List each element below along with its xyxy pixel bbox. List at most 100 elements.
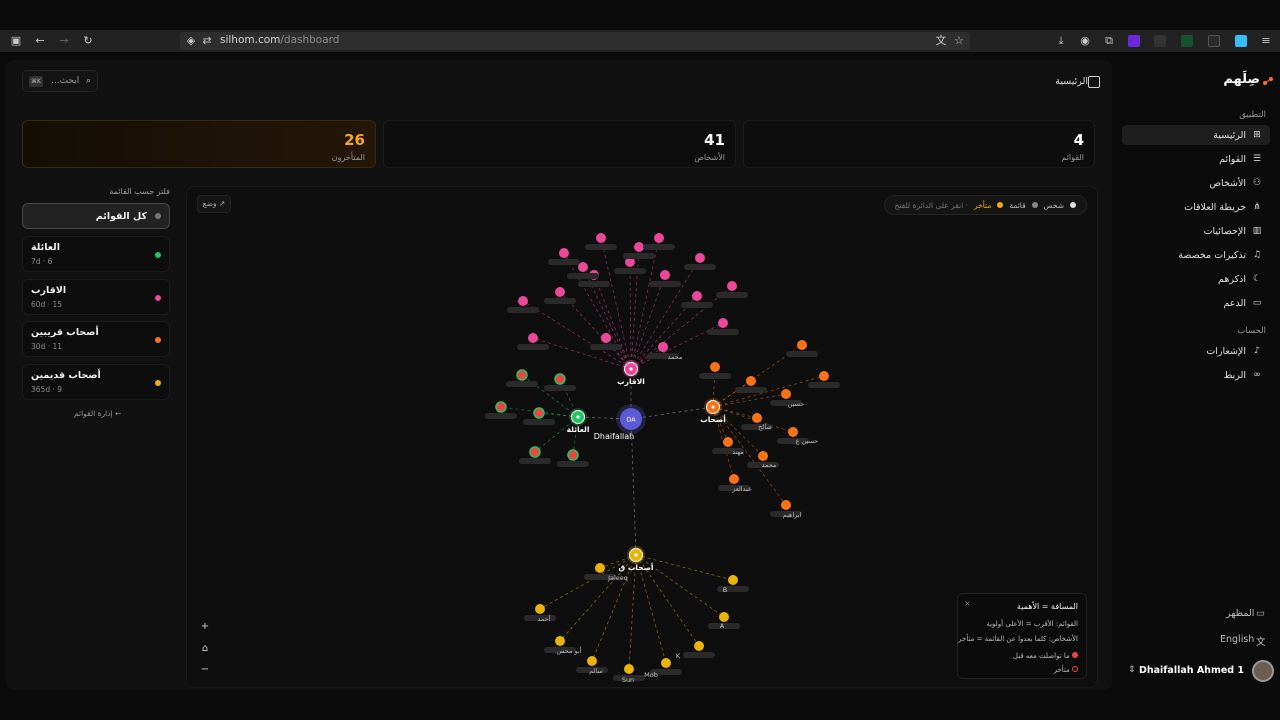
- extensions-icon[interactable]: ⧉: [1102, 34, 1116, 48]
- person-node[interactable]: [554, 373, 566, 385]
- person-node[interactable]: [595, 563, 605, 573]
- address-bar[interactable]: ◈ ⇄ silhom.com/dashboard 文 ☆: [180, 32, 970, 50]
- person-node[interactable]: [660, 270, 670, 280]
- person-node[interactable]: [729, 474, 739, 484]
- extension-edit-icon[interactable]: [1208, 35, 1220, 47]
- zoom-in-button[interactable]: +: [197, 619, 213, 635]
- person-node[interactable]: [694, 641, 704, 651]
- person-node[interactable]: [529, 446, 541, 458]
- person-node[interactable]: [559, 248, 569, 258]
- person-node[interactable]: [788, 427, 798, 437]
- person-node[interactable]: [495, 401, 507, 413]
- list-name: أصحاب قريبين: [31, 327, 99, 338]
- extension-purple-icon[interactable]: [1128, 35, 1140, 47]
- person-node[interactable]: [695, 253, 705, 263]
- account-icon[interactable]: ◉: [1078, 34, 1092, 48]
- person-node[interactable]: [654, 233, 664, 243]
- list-color-dot: [155, 252, 161, 258]
- person-node[interactable]: [781, 389, 791, 399]
- person-node[interactable]: [658, 342, 668, 352]
- shield-icon[interactable]: ◈: [184, 34, 198, 48]
- zoom-out-button[interactable]: −: [197, 662, 213, 678]
- mode-button[interactable]: وضع ↗: [197, 195, 231, 213]
- person-node[interactable]: [528, 333, 538, 343]
- back-icon[interactable]: ←: [33, 34, 47, 48]
- sidebar-item-reminders[interactable]: تذكيرات مخصصة ♫: [1122, 245, 1270, 265]
- person-node[interactable]: [601, 333, 611, 343]
- sidebar-item-stats[interactable]: الإحصائيات ▥: [1122, 221, 1270, 241]
- connection-icon[interactable]: ⇄: [200, 34, 214, 48]
- extension-blue-icon[interactable]: [1235, 35, 1247, 47]
- person-node[interactable]: [555, 636, 565, 646]
- person-node[interactable]: [723, 437, 733, 447]
- sidebar-item-integrations[interactable]: الربط ∞: [1122, 365, 1270, 385]
- filter-list-close-friends[interactable]: أصحاب قريبين 30d · 11: [22, 321, 170, 357]
- sidebar-item-lists[interactable]: القوائم ☰: [1122, 149, 1270, 169]
- person-node[interactable]: [746, 376, 756, 386]
- manage-lists-link[interactable]: إدارة القوائم ←: [74, 409, 121, 418]
- search-input[interactable]: ⌘K ابحث... ⌕: [22, 70, 98, 92]
- sidebar-item-home[interactable]: الرئيسية ⊞: [1122, 125, 1270, 145]
- main-panel: الرئيسية ⌘K ابحث... ⌕ 26 المتأخرون 41 ال…: [6, 60, 1112, 690]
- reload-icon[interactable]: ↻: [81, 34, 95, 48]
- sidebar-item-people[interactable]: الأشخاص ⚇: [1122, 173, 1270, 193]
- person-node[interactable]: [727, 281, 737, 291]
- person-node[interactable]: [518, 296, 528, 306]
- stat-card-overdue[interactable]: 26 المتأخرون: [22, 120, 376, 168]
- language-icon[interactable]: 文: [1256, 634, 1266, 648]
- avatar[interactable]: [1252, 660, 1274, 682]
- person-node[interactable]: [533, 407, 545, 419]
- monitor-icon[interactable]: ▭: [1256, 608, 1265, 619]
- appearance-button[interactable]: المظهر: [1226, 608, 1254, 619]
- close-icon[interactable]: ×: [964, 599, 971, 608]
- stat-card-lists[interactable]: 4 القوائم: [743, 120, 1095, 168]
- relationship-graph[interactable]: الاقارب العائلة أصحاب أصحاب ق DA Dhaifallah Ja…: [186, 186, 1098, 688]
- person-node[interactable]: [634, 242, 644, 252]
- person-node[interactable]: [692, 291, 702, 301]
- sidebar-item-relationship-map[interactable]: خريطة العلاقات ⋔: [1122, 197, 1270, 217]
- person-node[interactable]: [718, 318, 728, 328]
- menu-icon[interactable]: ≡: [1259, 34, 1273, 48]
- extension-dark-icon[interactable]: [1154, 35, 1166, 47]
- person-node[interactable]: [719, 612, 729, 622]
- list-name: الاقارب: [31, 285, 67, 296]
- stat-card-people[interactable]: 41 الأشخاص: [383, 120, 736, 168]
- person-node[interactable]: [819, 371, 829, 381]
- filter-list-relatives[interactable]: الاقارب 60d · 15: [22, 279, 170, 315]
- person-node[interactable]: [587, 656, 597, 666]
- person-node[interactable]: [535, 604, 545, 614]
- sidebar-panel-icon[interactable]: [1088, 76, 1100, 88]
- person-node[interactable]: [797, 340, 807, 350]
- person-node[interactable]: [661, 658, 671, 668]
- node-label: حسين ع: [796, 437, 819, 445]
- brand-name[interactable]: صِلَهم: [1223, 72, 1260, 87]
- url-text[interactable]: silhom.com/dashboard: [220, 34, 339, 46]
- person-node[interactable]: [781, 500, 791, 510]
- chevron-updown-icon[interactable]: ⇕: [1128, 665, 1136, 675]
- filter-list-family[interactable]: العائلة 7d · 6: [22, 236, 170, 272]
- legend-overdue: متأخر: [974, 200, 992, 210]
- forward-icon[interactable]: →: [57, 34, 71, 48]
- person-node[interactable]: [555, 287, 565, 297]
- sidebar-item-notifications[interactable]: الإشعارات ♪: [1122, 341, 1270, 361]
- person-node[interactable]: [567, 449, 579, 461]
- person-node[interactable]: [516, 369, 528, 381]
- filter-list-old-friends[interactable]: أصحاب قديمين 365d · 9: [22, 364, 170, 400]
- person-node[interactable]: [624, 664, 634, 674]
- person-node[interactable]: [710, 362, 720, 372]
- extension-green-icon[interactable]: [1181, 35, 1193, 47]
- person-node[interactable]: [752, 413, 762, 423]
- person-node[interactable]: [728, 575, 738, 585]
- sidebar-item-remember[interactable]: اذكرهم ☾: [1122, 269, 1270, 289]
- filter-all-lists[interactable]: كل القوائم: [22, 203, 170, 229]
- bookmark-star-icon[interactable]: ☆: [952, 34, 966, 48]
- person-node[interactable]: [758, 451, 768, 461]
- language-button[interactable]: English: [1220, 634, 1254, 645]
- user-menu[interactable]: Dhaifallah Ahmed 1 ⇕: [1126, 660, 1276, 684]
- translate-icon[interactable]: 文: [934, 34, 948, 48]
- download-icon[interactable]: ⤓: [1054, 34, 1068, 48]
- sidebar-toggle-icon[interactable]: ▣: [9, 34, 23, 48]
- sidebar-item-support[interactable]: الدعم ▭: [1122, 293, 1270, 313]
- person-node[interactable]: [596, 233, 606, 243]
- zoom-reset-button[interactable]: ⌂: [197, 641, 213, 657]
